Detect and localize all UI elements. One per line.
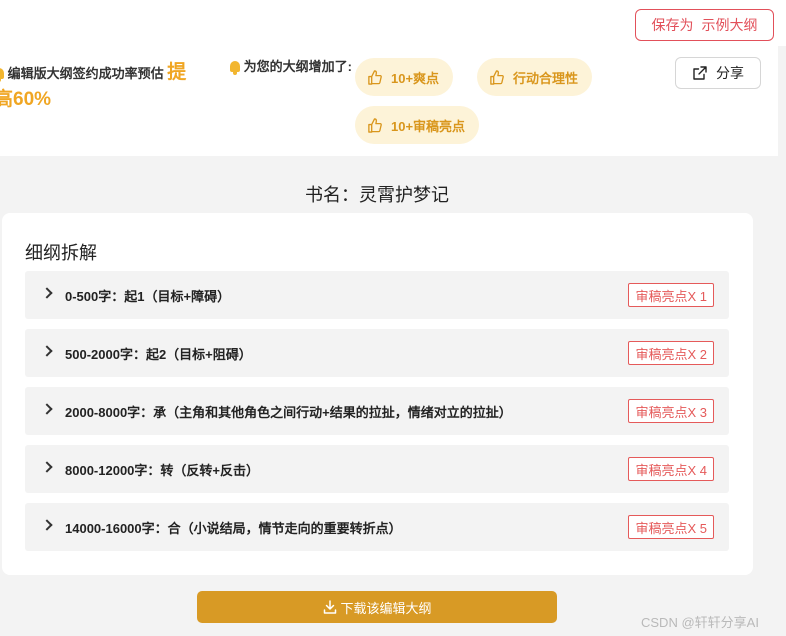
outline-row-label: 0-500字：起1（目标+障碍）	[65, 289, 231, 304]
outline-breakdown-card: 细纲拆解 0-500字：起1（目标+障碍） 审稿亮点X 1 500-2000字：…	[2, 213, 753, 575]
success-rate-text: 编辑版大纲签约成功率预估 提 高60%	[0, 60, 214, 114]
chevron-right-icon	[41, 519, 53, 531]
card-title: 细纲拆解	[25, 243, 97, 263]
thumbs-up-icon	[490, 69, 504, 85]
added-features-text: 为您的大纲增加了:	[230, 57, 354, 77]
outline-row-label: 8000-12000字：转（反转+反击）	[65, 463, 259, 478]
feature-chip-highlights: 10+爽点	[355, 58, 454, 96]
chevron-right-icon	[41, 403, 53, 415]
outline-row-2[interactable]: 500-2000字：起2（目标+阻碍） 审稿亮点X 2	[25, 329, 729, 377]
outline-row-1[interactable]: 0-500字：起1（目标+障碍） 审稿亮点X 1	[25, 271, 729, 319]
chevron-right-icon	[41, 287, 53, 299]
review-highlight-badge: 审稿亮点X 5	[628, 515, 714, 539]
outline-row-4[interactable]: 8000-12000字：转（反转+反击） 审稿亮点X 4	[25, 445, 729, 493]
share-icon	[693, 66, 707, 80]
thumbs-up-icon	[368, 69, 382, 85]
review-highlight-badge: 审稿亮点X 1	[628, 283, 714, 307]
outline-row-5[interactable]: 14000-16000字：合（小说结局，情节走向的重要转折点） 审稿亮点X 5	[25, 503, 729, 551]
top-bar: 保存为 示例大纲	[0, 0, 786, 46]
chevron-right-icon	[41, 461, 53, 473]
save-example-label: 示例大纲	[701, 17, 758, 33]
outline-row-label: 500-2000字：起2（目标+阻碍）	[65, 347, 252, 362]
success-rate-highlight-1: 提	[167, 62, 187, 83]
book-title: 书名：灵霄护梦记	[305, 185, 449, 205]
download-outline-button[interactable]: 下载该编辑大纲	[197, 591, 557, 623]
save-as-example-button[interactable]: 保存为 示例大纲	[635, 9, 774, 41]
success-rate-highlight-2: 高60%	[0, 89, 52, 110]
thumbs-up-icon	[368, 117, 382, 133]
success-rate-label: 编辑版大纲签约成功率预估	[7, 66, 164, 81]
save-prefix-label: 保存为	[651, 17, 694, 33]
review-highlight-badge: 审稿亮点X 2	[628, 341, 714, 365]
bell-icon	[0, 68, 4, 82]
feature-chip-label: 行动合理性	[513, 70, 579, 86]
share-label: 分享	[716, 65, 744, 81]
download-icon	[324, 600, 337, 614]
feature-chip-rationality: 行动合理性	[477, 58, 593, 96]
added-features-label: 为您的大纲增加了:	[243, 59, 352, 74]
feature-chip-review-highlights: 10+审稿亮点	[355, 106, 480, 144]
outline-row-label: 2000-8000字：承（主角和其他角色之间行动+结果的拉扯，情绪对立的拉扯）	[65, 405, 512, 420]
review-highlight-badge: 审稿亮点X 3	[628, 399, 714, 423]
feature-chip-label: 10+爽点	[391, 70, 440, 86]
bell-icon	[230, 61, 240, 75]
outline-row-label: 14000-16000字：合（小说结局，情节走向的重要转折点）	[65, 521, 402, 536]
review-highlight-badge: 审稿亮点X 4	[628, 457, 714, 481]
outline-row-3[interactable]: 2000-8000字：承（主角和其他角色之间行动+结果的拉扯，情绪对立的拉扯） …	[25, 387, 729, 435]
chevron-right-icon	[41, 345, 53, 357]
share-button[interactable]: 分享	[675, 57, 761, 89]
feature-chip-label: 10+审稿亮点	[391, 118, 466, 134]
download-label: 下载该编辑大纲	[340, 600, 432, 616]
watermark: CSDN @轩轩分享AI	[641, 615, 759, 630]
